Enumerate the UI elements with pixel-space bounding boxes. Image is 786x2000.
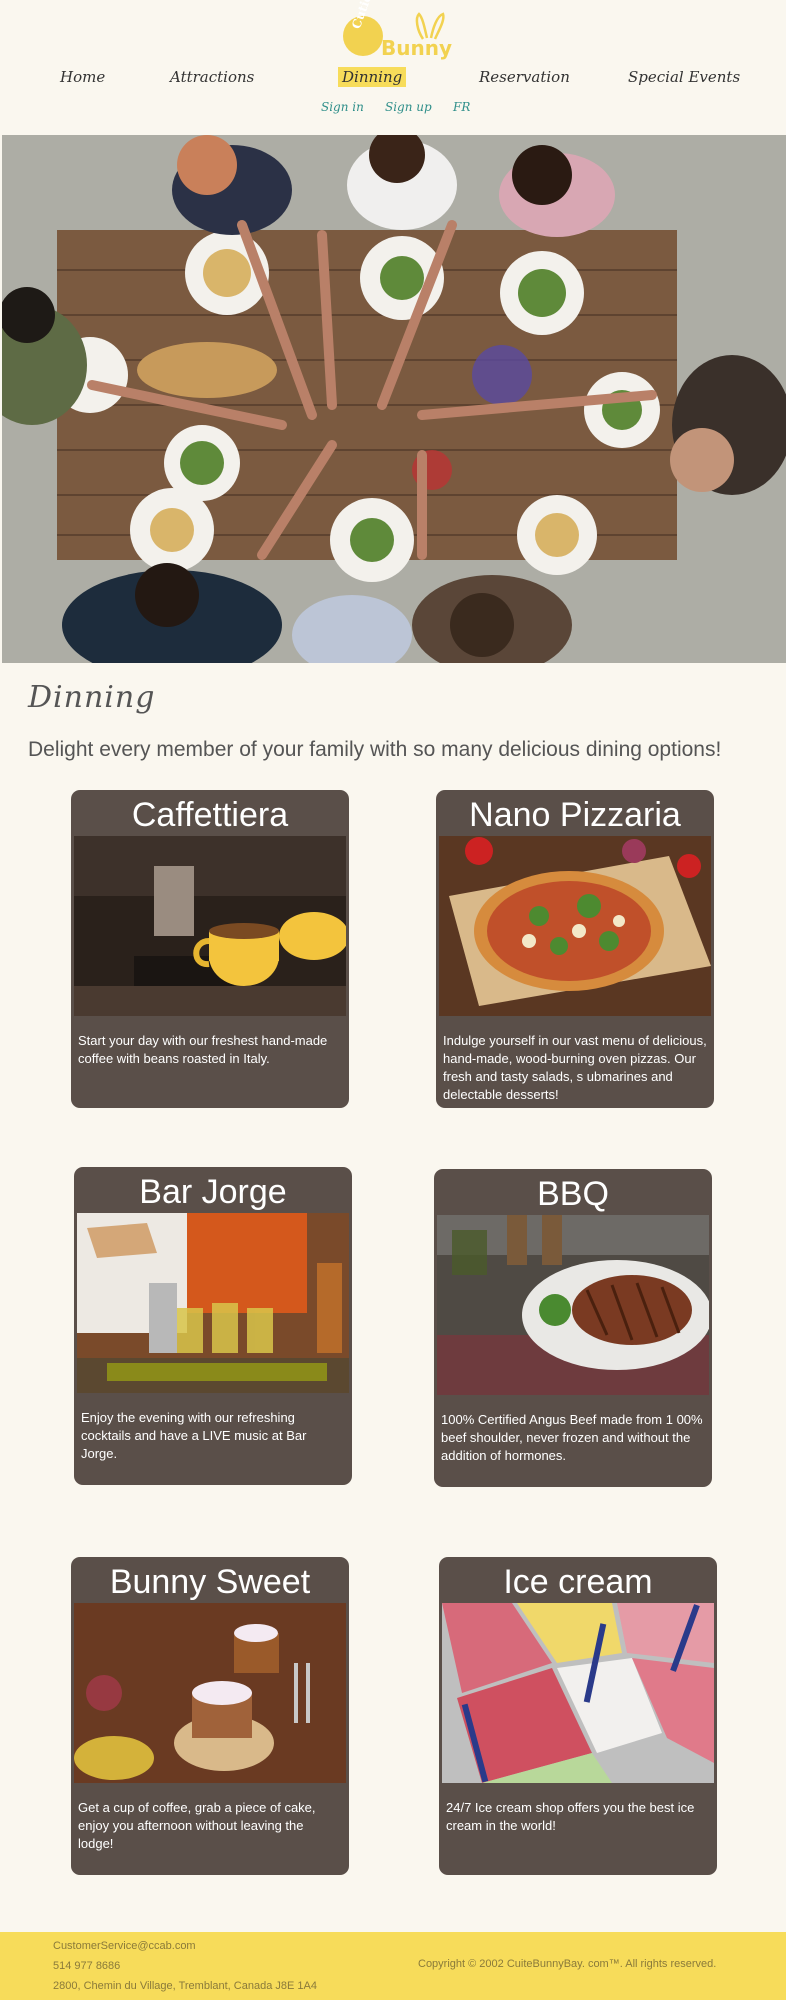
card-image-bbq	[437, 1215, 709, 1395]
card-title: Caffettiera	[131, 796, 289, 834]
card-caffettiera[interactable]: Caffettiera Start your day with our fres…	[71, 790, 349, 1108]
card-description: Start your day with our freshest hand-ma…	[78, 1033, 328, 1066]
nav-special-events[interactable]: Special Events	[628, 68, 740, 86]
footer-address: 2800, Chemin du Village, Tremblant, Cana…	[53, 1980, 317, 1992]
card-ice-cream[interactable]: Ice cream 24/7 Ice cream shop offers you…	[439, 1557, 717, 1875]
nav-reservation[interactable]: Reservation	[479, 68, 570, 86]
sign-in-link[interactable]: Sign in	[321, 100, 364, 114]
card-description: Get a cup of coffee, grab a piece of cak…	[78, 1800, 316, 1851]
card-description: Indulge yourself in our vast menu of del…	[443, 1033, 707, 1102]
nav-attractions[interactable]: Attractions	[170, 68, 254, 86]
account-nav: Sign in Sign up FR	[0, 100, 786, 118]
page-subtitle: Delight every member of your family with…	[28, 738, 722, 761]
site-header: Bunny Cutie Home Attractions Dinning Res…	[0, 0, 786, 135]
site-logo[interactable]: Bunny Cutie	[343, 0, 453, 60]
card-title: Bunny Sweet	[109, 1563, 311, 1601]
card-nano-pizzaria[interactable]: Nano Pizzaria Indulge yourself in our va…	[436, 790, 714, 1108]
card-bbq[interactable]: BBQ 100% Certified Angus Beef made from …	[434, 1169, 712, 1487]
card-image-cocktails	[77, 1213, 349, 1393]
page-title: Dinning	[28, 680, 156, 715]
nav-home[interactable]: Home	[60, 68, 105, 86]
card-image-ice-cream	[442, 1603, 714, 1783]
card-description: Enjoy the evening with our refreshing co…	[81, 1410, 307, 1461]
card-title: Ice cream	[503, 1563, 653, 1601]
card-bunny-sweet[interactable]: Bunny Sweet Get a cup of coffee, grab a …	[71, 1557, 349, 1875]
card-title: Bar Jorge	[139, 1173, 287, 1211]
site-footer: CustomerService@ccab.com 514 977 8686 28…	[0, 1932, 786, 2000]
footer-copyright: Copyright © 2002 CuiteBunnyBay. com™. Al…	[418, 1958, 717, 1970]
card-bar-jorge[interactable]: Bar Jorge Enjoy the evening with our ref…	[74, 1167, 352, 1485]
main-nav: Home Attractions Dinning Reservation Spe…	[0, 67, 786, 92]
card-description: 100% Certified Angus Beef made from 1 00…	[441, 1412, 703, 1463]
card-image-pizza	[439, 836, 711, 1016]
footer-phone: 514 977 8686	[53, 1960, 121, 1972]
card-description: 24/7 Ice cream shop offers you the best …	[446, 1800, 695, 1833]
sign-up-link[interactable]: Sign up	[385, 100, 432, 114]
card-title: Nano Pizzaria	[469, 796, 681, 834]
card-image-coffee	[74, 836, 346, 1016]
card-title: BBQ	[537, 1175, 609, 1213]
nav-dinning[interactable]: Dinning	[338, 67, 407, 87]
bunny-ears-icon	[415, 12, 445, 40]
card-image-cake	[74, 1603, 346, 1783]
language-link[interactable]: FR	[453, 100, 470, 114]
hero-image	[2, 135, 786, 663]
footer-email[interactable]: CustomerService@ccab.com	[53, 1940, 196, 1952]
